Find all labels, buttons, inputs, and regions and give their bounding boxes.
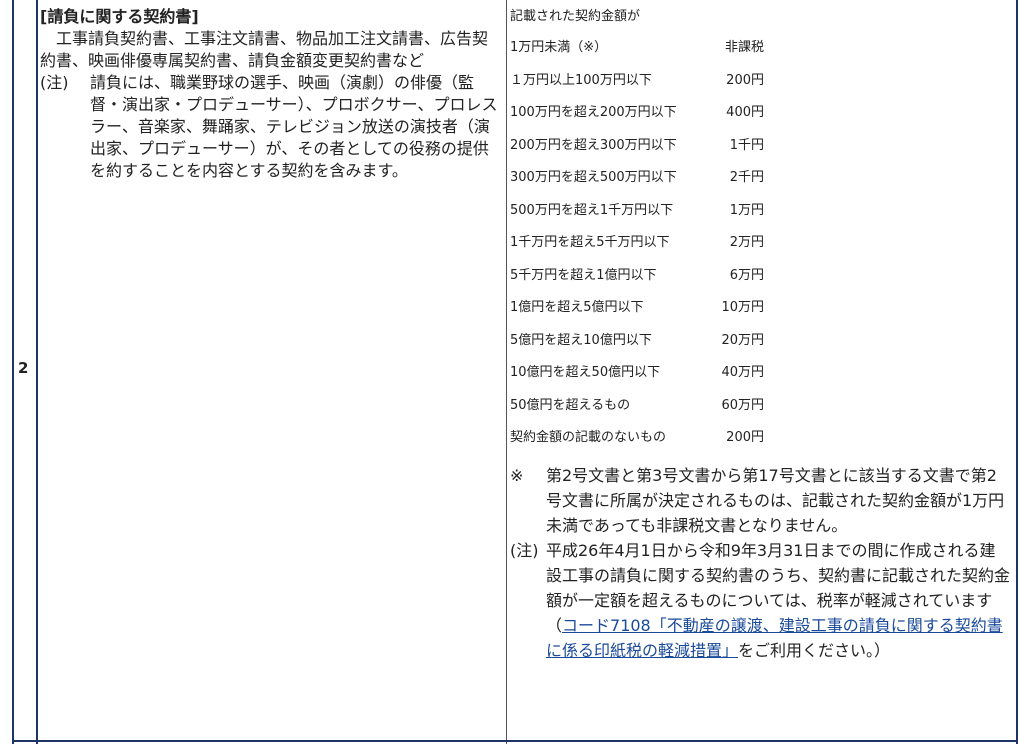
rate-row: 1千万円を超え5千万円以下 2万円: [510, 227, 1014, 260]
rate-range: 500万円を超え1千万円以下: [510, 202, 674, 218]
rate-row: 500万円を超え1千万円以下 1万円: [510, 195, 1014, 228]
rate-range: 契約金額の記載のないもの: [510, 430, 667, 445]
rate-tax: 60万円: [721, 397, 764, 413]
document-description-cell: [請負に関する契約書] 工事請負契約書、工事注文請書、物品加工注文請書、広告契約…: [40, 6, 500, 182]
note-mark: (注): [510, 540, 539, 560]
rate-row: 100万円を超え200万円以下 400円: [510, 97, 1014, 130]
rate-range: 1千万円を超え5千万円以下: [510, 235, 670, 250]
rate-tax: 20万円: [721, 332, 764, 348]
rate-range: 300万円を超え500万円以下: [510, 170, 677, 185]
rate-row: 契約金額の記載のないもの 200円: [510, 422, 1014, 455]
rate-list: 1万円未満（※） 非課税 １万円以上100万円以下 200円 100万円を超え200…: [510, 32, 1014, 455]
rate-tax: 200円: [726, 72, 764, 88]
rate-row: 1億円を超え5億円以下 10万円: [510, 292, 1014, 325]
rate-range: １万円以上100万円以下: [510, 72, 652, 88]
rate-row: 5億円を超え10億円以下 20万円: [510, 325, 1014, 358]
rate-row: 10億円を超え50億円以下 40万円: [510, 357, 1014, 390]
rate-row: 300万円を超え500万円以下 2千円: [510, 162, 1014, 195]
note-text: 請負には、職業野球の選手、映画（演劇）の俳優（監督・演出家・プロデューサー）、プ…: [90, 73, 498, 180]
tax-rate-cell: 記載された契約金額が 1万円未満（※） 非課税 １万円以上100万円以下 200円 …: [510, 6, 1014, 663]
rate-tax: 40万円: [721, 365, 764, 380]
note-mark: (注): [40, 73, 69, 92]
rate-tax: 2万円: [729, 235, 764, 250]
rate-tax: 2千円: [729, 170, 764, 185]
rate-range: 1万円未満（※）: [510, 40, 608, 55]
table-border-left: [12, 0, 14, 744]
table-border-num: [36, 0, 38, 744]
rate-range: 100万円を超え200万円以下: [510, 105, 677, 120]
rate-row: 1万円未満（※） 非課税: [510, 32, 1014, 65]
rate-range: 10億円を超え50億円以下: [510, 365, 661, 380]
note-mark: ※: [510, 465, 524, 485]
rate-tax: 400円: [726, 105, 764, 120]
rate-row: 5千万円を超え1億円以下 6万円: [510, 260, 1014, 293]
document-title: [請負に関する契約書]: [40, 7, 199, 26]
rate-header: 記載された契約金額が: [510, 9, 641, 24]
table-border-bottom: [12, 740, 1018, 742]
rate-tax: 200円: [726, 430, 764, 445]
rate-notes: ※ 第2号文書と第3号文書から第17号文書とに該当する文書で第2号文書に所属が決…: [510, 463, 1014, 663]
note-nontaxable: ※ 第2号文書と第3号文書から第17号文書とに該当する文書で第2号文書に所属が決…: [510, 463, 1014, 538]
rate-row: 200万円を超え300万円以下 1千円: [510, 130, 1014, 163]
rate-tax: 1万円: [729, 202, 764, 218]
rate-row: 50億円を超えるもの 60万円: [510, 390, 1014, 423]
rate-tax: 10万円: [721, 300, 764, 315]
rate-row: １万円以上100万円以下 200円: [510, 65, 1014, 98]
rate-range: 5億円を超え10億円以下: [510, 332, 652, 348]
rate-tax: 6万円: [729, 267, 764, 283]
rate-tax: 非課税: [724, 40, 764, 55]
row-number: 2: [18, 359, 29, 377]
rate-tax: 1千円: [729, 137, 764, 153]
rate-range: 200万円を超え300万円以下: [510, 137, 677, 153]
rate-range: 5千万円を超え1億円以下: [510, 267, 657, 283]
rate-range: 1億円を超え5億円以下: [510, 300, 644, 315]
note-text-after: をご利用ください。）: [738, 640, 891, 660]
table-border-middle: [506, 0, 507, 744]
table-border-right: [1016, 0, 1018, 744]
rate-range: 50億円を超えるもの: [510, 397, 631, 413]
note-text: 平成26年4月1日から令和9年3月31日までの間に作成される建設工事の請負に関す…: [546, 538, 1014, 663]
note-text: 第2号文書と第3号文書から第17号文書とに該当する文書で第2号文書に所属が決定さ…: [546, 465, 1005, 535]
tax-table-row: 2 [請負に関する契約書] 工事請負契約書、工事注文請書、物品加工注文請書、広告…: [0, 0, 1024, 744]
document-examples: 工事請負契約書、工事注文請書、物品加工注文請書、広告契約書、映画俳優専属契約書、…: [40, 29, 489, 70]
document-note: (注) 請負には、職業野球の選手、映画（演劇）の俳優（監督・演出家・プロデューサ…: [40, 72, 500, 182]
note-reduction: (注) 平成26年4月1日から令和9年3月31日までの間に作成される建設工事の請…: [510, 538, 1014, 663]
